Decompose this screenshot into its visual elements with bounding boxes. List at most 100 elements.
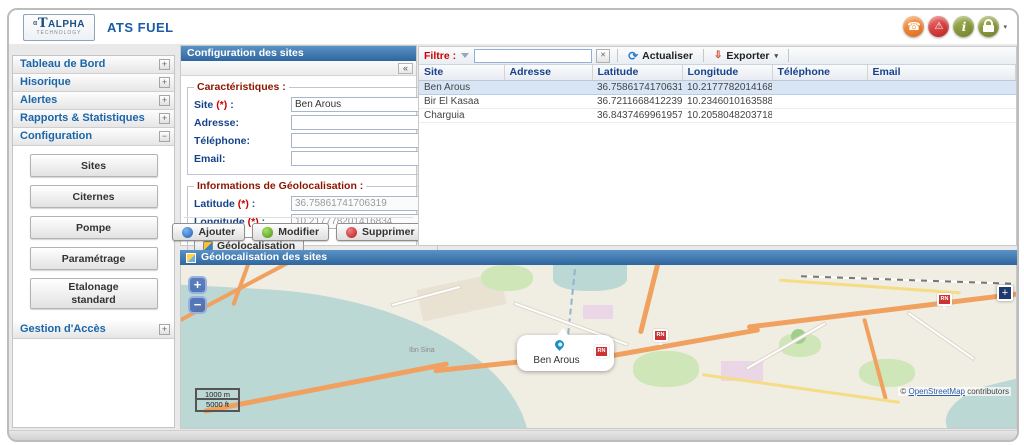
cell-latitude[interactable]: 36.721166841223945 [592, 94, 682, 108]
expand-icon[interactable]: + [159, 95, 170, 106]
label-colon: : [249, 198, 255, 210]
phone-icon[interactable]: ☎ [903, 16, 924, 37]
cell-email[interactable] [867, 94, 1016, 108]
zoom-out-button[interactable]: − [188, 296, 207, 314]
button-label: Paramétrage [62, 253, 126, 265]
supprimer-button[interactable]: Supprimer [336, 223, 425, 241]
column-header-longitude[interactable]: Longitude [682, 65, 772, 80]
add-icon [182, 227, 193, 238]
expand-icon[interactable]: + [159, 324, 170, 335]
sidebar-item-gestion-acces[interactable]: Gestion d'Accès + [13, 321, 174, 339]
sidebar-button-citernes[interactable]: Citernes [30, 185, 158, 208]
filter-label: Filtre : [424, 50, 456, 62]
cell-adresse[interactable] [504, 108, 592, 122]
road-badge: RN 9 [937, 293, 952, 306]
filter-input[interactable] [474, 49, 592, 63]
cell-telephone[interactable] [772, 80, 867, 94]
cell-latitude[interactable]: 36.75861741706319 [592, 80, 682, 94]
cell-latitude[interactable]: 36.84374699619579 [592, 108, 682, 122]
cell-telephone[interactable] [772, 108, 867, 122]
button-label: Etalonage standard [58, 281, 130, 305]
chevron-down-icon[interactable]: ▾ [1003, 23, 1007, 31]
collapse-panel-button[interactable]: « [398, 63, 413, 74]
label-colon: : [227, 99, 233, 111]
column-header-adresse[interactable]: Adresse [504, 65, 592, 80]
column-header-telephone[interactable]: Téléphone [772, 65, 867, 80]
label-text: Site [194, 99, 213, 111]
sidebar-item-label: Gestion d'Accès [20, 323, 106, 335]
map-park [859, 359, 915, 387]
button-label: Sites [81, 160, 106, 172]
lock-icon[interactable] [978, 16, 999, 37]
cell-longitude[interactable]: 10.217778201416834 [682, 80, 772, 94]
button-label: Modifier [278, 226, 319, 238]
expand-icon[interactable]: + [159, 113, 170, 124]
sidebar-button-sites[interactable]: Sites [30, 154, 158, 177]
expand-icon[interactable]: + [159, 77, 170, 88]
cell-email[interactable] [867, 108, 1016, 122]
sidebar-button-parametrage[interactable]: Paramétrage [30, 247, 158, 270]
app-header: αTALPHA TECHNOLOGY ATS FUEL ☎ ⚠ i ▾ [9, 10, 1017, 44]
clear-filter-button[interactable]: ✕ [596, 49, 610, 63]
cell-longitude[interactable]: 10.234601016358804 [682, 94, 772, 108]
toolbar-separator [788, 49, 789, 62]
cell-adresse[interactable] [504, 80, 592, 94]
table-row-bir-el-kasaa[interactable]: Bir El Kasaa 36.721166841223945 10.23460… [419, 94, 1016, 108]
sidebar-item-rapports-statistiques[interactable]: Rapports & Statistiques+ [13, 110, 174, 128]
map-popup[interactable]: RN 1 Ben Arous [517, 335, 614, 371]
latitude-label: Latitude (*) : [194, 198, 291, 210]
map-park [633, 351, 699, 387]
chevron-down-icon[interactable]: ▾ [775, 52, 779, 60]
sidebar: Tableau de Bord+ Hisorique+ Alertes+ Rap… [12, 55, 175, 428]
button-label: Exporter [726, 50, 769, 62]
zoom-in-button[interactable]: + [188, 276, 207, 294]
adresse-field[interactable] [291, 115, 431, 130]
table-row-ben-arous[interactable]: Ben Arous 36.75861741706319 10.217778201… [419, 80, 1016, 94]
telephone-field[interactable] [291, 133, 431, 148]
column-header-email[interactable]: Email [867, 65, 1016, 80]
map-road [638, 265, 661, 334]
layers-button[interactable]: + [997, 285, 1013, 301]
modifier-button[interactable]: Modifier [252, 223, 329, 241]
column-header-site[interactable]: Site [419, 65, 504, 80]
ajouter-button[interactable]: Ajouter [172, 223, 245, 241]
map-attribution: © OpenStreetMap contributors [898, 387, 1011, 396]
panel-title: Géolocalisation des sites [201, 250, 327, 265]
toolbar-separator [617, 49, 618, 62]
sidebar-item-historique[interactable]: Hisorique+ [13, 74, 174, 92]
button-label: Supprimer [362, 226, 415, 238]
sidebar-item-alertes[interactable]: Alertes+ [13, 92, 174, 110]
cell-site[interactable]: Charguia [419, 108, 504, 122]
actualiser-button[interactable]: ⟳Actualiser [625, 50, 696, 62]
alert-icon[interactable]: ⚠ [928, 16, 949, 37]
column-header-latitude[interactable]: Latitude [592, 65, 682, 80]
cell-email[interactable] [867, 80, 1016, 94]
sidebar-item-tableau-de-bord[interactable]: Tableau de Bord+ [13, 56, 174, 74]
map-water [553, 265, 627, 291]
form-toolbar: « [181, 61, 416, 76]
exporter-button[interactable]: ⇩Exporter▾ [711, 50, 781, 62]
cell-site[interactable]: Ben Arous [419, 80, 504, 94]
map-panel: Géolocalisation des sites [180, 250, 1017, 429]
cell-longitude[interactable]: 10.205804820371893 [682, 108, 772, 122]
sidebar-button-etalonage-standard[interactable]: Etalonage standard [30, 278, 158, 309]
map-canvas[interactable]: Ibn Sina RN 1 RN 9 + − + RN 1 Ben Arous … [180, 265, 1017, 429]
cell-telephone[interactable] [772, 94, 867, 108]
email-field[interactable] [291, 151, 431, 166]
filter-funnel-icon[interactable] [461, 53, 469, 58]
telephone-label: Téléphone: [194, 135, 291, 147]
toolbar-separator [703, 49, 704, 62]
info-icon[interactable]: i [953, 16, 974, 37]
table-row-charguia[interactable]: Charguia 36.84374699619579 10.2058048203… [419, 108, 1016, 122]
cell-adresse[interactable] [504, 94, 592, 108]
expand-icon[interactable]: + [159, 59, 170, 70]
latitude-field[interactable] [291, 196, 431, 211]
map-zoom-control: + − [188, 276, 207, 314]
header-icon-bar: ☎ ⚠ i ▾ [903, 16, 1007, 37]
attribution-link[interactable]: OpenStreetMap [908, 387, 964, 396]
cell-site[interactable]: Bir El Kasaa [419, 94, 504, 108]
collapse-icon[interactable]: − [159, 131, 170, 142]
sidebar-button-pompe[interactable]: Pompe [30, 216, 158, 239]
sidebar-item-configuration[interactable]: Configuration− [13, 128, 174, 146]
site-field[interactable] [291, 97, 431, 112]
